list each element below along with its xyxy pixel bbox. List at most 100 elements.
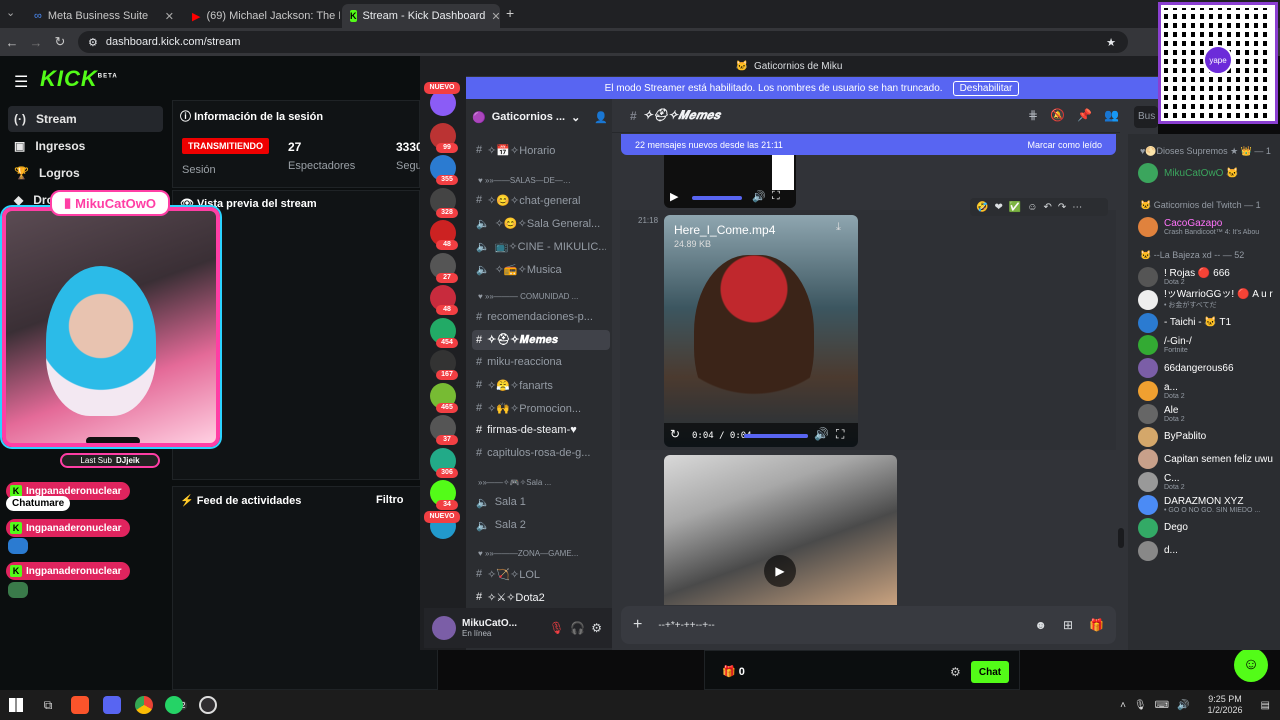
- menu-icon[interactable]: ☰: [14, 72, 28, 92]
- close-icon[interactable]: ✕: [491, 10, 500, 23]
- mute-icon[interactable]: 🔕: [1050, 108, 1065, 122]
- mark-read-button[interactable]: Marcar como leído: [1027, 140, 1102, 150]
- member-item[interactable]: MikuCatOwO 🐱: [1138, 160, 1280, 186]
- chrome-icon[interactable]: [128, 696, 160, 714]
- scrollbar[interactable]: [1118, 528, 1124, 548]
- volume-icon[interactable]: 🔊: [1177, 700, 1189, 711]
- member-item[interactable]: CacoGazapo Crash Bandicoot™ 4: It's Abou: [1138, 214, 1280, 240]
- tab-meta[interactable]: ∞ Meta Business Suite ✕: [26, 4, 182, 28]
- tab-kick[interactable]: K Stream - Kick Dashboard ✕: [342, 4, 500, 28]
- channel-item[interactable]: 🔈 📺✧CINE - MIKULIC...: [476, 236, 606, 256]
- channel-category[interactable]: ♥ »»——— COMUNIDAD ...: [478, 292, 578, 301]
- channel-item[interactable]: # ✧😤✧fanarts: [476, 375, 606, 395]
- second-video[interactable]: ▶: [664, 455, 897, 605]
- add-reaction-icon[interactable]: ☺: [1027, 202, 1037, 213]
- forward-icon[interactable]: ↷: [1058, 202, 1066, 213]
- search-input[interactable]: Bus: [1134, 106, 1158, 128]
- new-messages-bar[interactable]: 22 mensajes nuevos desde las 21:11 Marcar…: [621, 134, 1116, 155]
- mic-icon[interactable]: 🎙: [1134, 700, 1147, 711]
- previous-video[interactable]: ▶ 🔊 ⛶: [664, 150, 796, 208]
- volume-icon[interactable]: 🔊: [752, 190, 766, 203]
- channel-item[interactable]: # ✧😊✧chat-general: [476, 190, 606, 210]
- filter-button[interactable]: Filtro: [376, 494, 404, 506]
- url-field[interactable]: ⚙ dashboard.kick.com/stream ★: [78, 31, 1128, 53]
- replay-icon[interactable]: ↻: [670, 427, 680, 441]
- download-icon[interactable]: ⤓: [836, 221, 841, 234]
- gift-icon[interactable]: 🎁: [1089, 618, 1104, 632]
- points-display[interactable]: 🎁 0: [722, 665, 745, 678]
- obs-icon[interactable]: [192, 696, 224, 714]
- fullscreen-icon[interactable]: ⛶: [772, 190, 780, 203]
- laugh-emoji-icon[interactable]: 🤣: [976, 202, 988, 213]
- play-icon[interactable]: ▶: [764, 555, 796, 587]
- channel-item[interactable]: 🔈 ✧📻✧Musica: [476, 259, 606, 279]
- check-icon[interactable]: ✅: [1009, 202, 1021, 213]
- channel-item[interactable]: # ✧🏹✧LOL: [476, 564, 606, 584]
- notifications-icon[interactable]: ▤: [1261, 700, 1270, 711]
- channel-item[interactable]: 🔈 ✧😊✧Sala General...: [476, 213, 606, 233]
- chat-settings-icon[interactable]: ⚙: [950, 665, 961, 679]
- reload-icon[interactable]: ↻: [48, 34, 72, 50]
- discord-taskbar-icon[interactable]: [96, 696, 128, 714]
- channel-item[interactable]: 🔈 Sala 1: [476, 492, 606, 512]
- wallet-icon: ▣: [14, 139, 26, 153]
- avatar: [1138, 163, 1158, 183]
- play-icon[interactable]: ▶: [670, 190, 678, 203]
- channel-category[interactable]: »»——✧🎮✧Sala ...: [478, 478, 551, 487]
- add-member-icon[interactable]: 👤: [594, 111, 608, 124]
- channel-item[interactable]: # miku-reacciona: [476, 352, 606, 372]
- help-chat-icon[interactable]: ☺: [1234, 648, 1268, 682]
- settings-icon[interactable]: ⚙: [591, 621, 602, 635]
- members-icon[interactable]: 👥: [1104, 108, 1119, 122]
- nav-item-stream[interactable]: (·) Stream: [8, 106, 163, 132]
- avatar[interactable]: [432, 616, 456, 640]
- message-composer[interactable]: + --+*+-++--+-- ☻ ⊞ 🎁: [621, 606, 1116, 644]
- pin-icon[interactable]: 📌: [1077, 108, 1092, 122]
- fullscreen-icon[interactable]: ⛶: [836, 427, 844, 442]
- chat-send-button[interactable]: Chat: [971, 661, 1009, 683]
- network-icon[interactable]: ⌨: [1155, 700, 1169, 711]
- channel-item[interactable]: # recomendaciones-p...: [476, 307, 606, 327]
- clock[interactable]: 9:25 PM 1/2/2026: [1208, 694, 1243, 716]
- tab-youtube[interactable]: ▶ (69) Michael Jackson: The Man✕: [184, 4, 340, 28]
- close-icon[interactable]: ✕: [165, 10, 174, 23]
- task-view-icon[interactable]: ⧉: [32, 698, 64, 713]
- headphones-icon[interactable]: 🎧: [570, 621, 585, 635]
- member-item[interactable]: d...: [1138, 538, 1280, 564]
- tab-search-icon[interactable]: ⌄: [6, 6, 15, 19]
- reply-icon[interactable]: ↶: [1044, 202, 1052, 213]
- heart-icon[interactable]: ❤: [994, 202, 1002, 213]
- nav-item-ingresos[interactable]: ▣ Ingresos: [8, 133, 163, 159]
- disable-streamer-button[interactable]: Deshabilitar: [952, 80, 1020, 96]
- volume-icon[interactable]: 🔊: [814, 427, 829, 441]
- brave-icon[interactable]: [64, 696, 96, 714]
- channel-item[interactable]: # capitulos-rosa-de-g...: [476, 443, 606, 463]
- whatsapp-icon[interactable]: 72: [160, 696, 192, 714]
- nav-item-logros[interactable]: 🏆 Logros: [8, 160, 163, 186]
- server-header[interactable]: 🟣 Gaticornios ... ⌄ 👤: [472, 106, 608, 128]
- new-tab-button[interactable]: +: [506, 5, 514, 21]
- video-seek-track[interactable]: [744, 434, 808, 438]
- more-icon[interactable]: ⋯: [1072, 202, 1082, 213]
- channel-item[interactable]: # ✧🙌✧Promocion...: [476, 398, 606, 418]
- channel-item[interactable]: # ✧⚔✧Dota2: [476, 587, 606, 607]
- channel-item[interactable]: # ✧⛑✧𝑴𝒆𝒎𝒆𝒔: [472, 330, 610, 350]
- bookmark-star-icon[interactable]: ★: [1106, 36, 1116, 49]
- mic-muted-icon[interactable]: 🎙: [549, 621, 564, 635]
- video-player[interactable]: Here_I_Come.mp4 24.89 KB ⤓ ↻ 0:04 / 0:04…: [664, 215, 858, 447]
- add-attachment-icon[interactable]: +: [633, 616, 642, 634]
- channel-category[interactable]: ♥ »»——SALAS—DE—…: [478, 176, 571, 185]
- back-icon[interactable]: ←: [0, 35, 24, 50]
- sticker-icon[interactable]: ☻: [1034, 618, 1047, 632]
- apps-icon[interactable]: ⊞: [1063, 618, 1073, 632]
- channel-category[interactable]: ♥ »»———ZONA—GAME...: [478, 549, 578, 558]
- channel-item[interactable]: 🔈 Sala 2: [476, 515, 606, 535]
- threads-icon[interactable]: ⋕: [1028, 108, 1038, 122]
- forward-icon[interactable]: →: [24, 35, 48, 50]
- windows-start-icon[interactable]: [0, 698, 32, 712]
- channel-item[interactable]: # ✧📅✧Horario: [476, 140, 606, 160]
- channel-item[interactable]: # firmas-de-steam-♥: [476, 420, 606, 440]
- chevron-up-icon[interactable]: ˄: [1120, 700, 1126, 711]
- kick-logo[interactable]: KICKBETA: [40, 66, 118, 92]
- video-progress[interactable]: [692, 196, 742, 200]
